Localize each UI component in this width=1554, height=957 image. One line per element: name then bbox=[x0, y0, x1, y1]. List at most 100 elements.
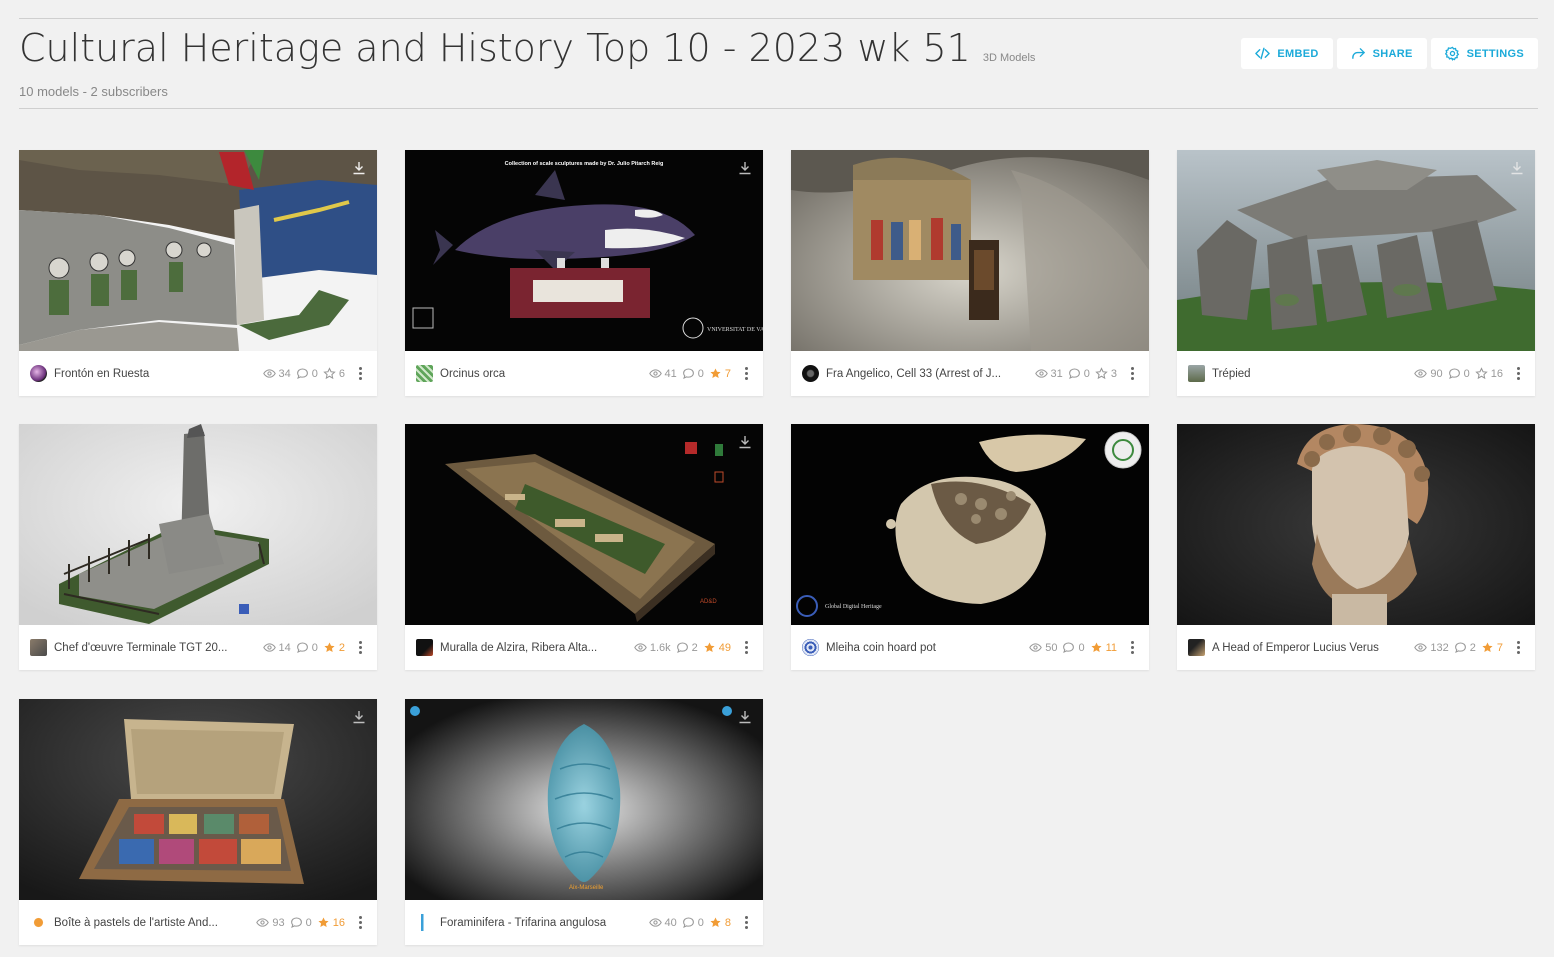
comment-count[interactable]: 0 bbox=[682, 367, 704, 380]
model-thumbnail[interactable]: AD&D bbox=[405, 424, 763, 625]
thumbnail-image: Global Digital Heritage bbox=[791, 424, 1149, 625]
more-options-icon[interactable] bbox=[353, 639, 367, 657]
model-card[interactable]: AD&D Muralla de Alzira, Ribera Alta... 1… bbox=[405, 424, 763, 670]
thumbnail-brand: VNIVERSITAT DE VALÈNCIA bbox=[707, 325, 763, 333]
model-name[interactable]: Orcinus orca bbox=[440, 368, 641, 380]
star-filled-icon bbox=[1482, 642, 1493, 653]
thumbnail-brand: Global Digital Heritage bbox=[825, 604, 882, 610]
model-card[interactable]: Trépied 90 0 16 bbox=[1177, 150, 1535, 396]
comment-count-value: 0 bbox=[1083, 367, 1090, 380]
author-avatar[interactable] bbox=[802, 639, 819, 656]
author-avatar[interactable] bbox=[30, 914, 47, 931]
model-name[interactable]: Muralla de Alzira, Ribera Alta... bbox=[440, 642, 626, 654]
model-thumbnail[interactable]: Collection of scale sculptures made by D… bbox=[405, 150, 763, 351]
comment-count[interactable]: 2 bbox=[1454, 641, 1476, 654]
more-options-icon[interactable] bbox=[1511, 365, 1525, 383]
comment-count[interactable]: 0 bbox=[1448, 367, 1470, 380]
model-name[interactable]: Chef d'œuvre Terminale TGT 20... bbox=[54, 642, 255, 654]
download-icon[interactable] bbox=[737, 160, 753, 176]
embed-button[interactable]: EMBED bbox=[1241, 38, 1333, 69]
model-name[interactable]: Mleiha coin hoard pot bbox=[826, 642, 1021, 654]
collection-stats: 10 models - 2 subscribers bbox=[19, 84, 168, 99]
like-count[interactable]: 7 bbox=[709, 367, 731, 380]
like-count[interactable]: 11 bbox=[1090, 641, 1117, 654]
model-name[interactable]: Frontón en Ruesta bbox=[54, 368, 255, 380]
author-avatar[interactable] bbox=[30, 639, 47, 656]
author-avatar[interactable] bbox=[1188, 365, 1205, 382]
comment-count-value: 0 bbox=[697, 367, 704, 380]
comment-count[interactable]: 0 bbox=[682, 916, 704, 929]
view-count: 41 bbox=[648, 367, 677, 380]
like-count[interactable]: 49 bbox=[703, 641, 731, 654]
download-icon[interactable] bbox=[351, 709, 367, 725]
comment-count[interactable]: 0 bbox=[296, 367, 318, 380]
model-name[interactable]: Boîte à pastels de l'artiste And... bbox=[54, 917, 248, 929]
like-count[interactable]: 8 bbox=[709, 916, 731, 929]
eye-icon bbox=[648, 369, 662, 378]
model-card[interactable]: Aix-Marseille Foraminifera - Trifarina a… bbox=[405, 699, 763, 945]
comment-icon bbox=[290, 917, 302, 928]
model-card[interactable]: Collection of scale sculptures made by D… bbox=[405, 150, 763, 396]
star-filled-icon bbox=[710, 368, 721, 379]
model-thumbnail[interactable] bbox=[19, 424, 377, 625]
author-avatar[interactable] bbox=[1188, 639, 1205, 656]
share-button[interactable]: SHARE bbox=[1336, 38, 1427, 69]
more-options-icon[interactable] bbox=[739, 365, 753, 383]
comment-count[interactable]: 0 bbox=[290, 916, 312, 929]
author-avatar[interactable] bbox=[416, 914, 433, 931]
author-avatar[interactable] bbox=[416, 639, 433, 656]
model-stats: 41 0 7 bbox=[648, 367, 731, 380]
comment-icon bbox=[1454, 642, 1466, 653]
download-icon[interactable] bbox=[1509, 160, 1525, 176]
model-name[interactable]: Fra Angelico, Cell 33 (Arrest of J... bbox=[826, 368, 1027, 380]
more-options-icon[interactable] bbox=[1125, 365, 1139, 383]
settings-button[interactable]: SETTINGS bbox=[1430, 38, 1538, 69]
model-thumbnail[interactable]: Global Digital Heritage bbox=[791, 424, 1149, 625]
thumbnail-image: AD&D bbox=[405, 424, 763, 625]
more-options-icon[interactable] bbox=[353, 365, 367, 383]
model-card[interactable]: Chef d'œuvre Terminale TGT 20... 14 0 2 bbox=[19, 424, 377, 670]
model-card[interactable]: Boîte à pastels de l'artiste And... 93 0… bbox=[19, 699, 377, 945]
like-count[interactable]: 6 bbox=[323, 367, 345, 380]
model-card[interactable]: A Head of Emperor Lucius Verus 132 2 7 bbox=[1177, 424, 1535, 670]
more-options-icon[interactable] bbox=[1511, 639, 1525, 657]
thumbnail-image: Aix-Marseille bbox=[405, 699, 763, 900]
more-options-icon[interactable] bbox=[739, 639, 753, 657]
comment-count[interactable]: 0 bbox=[296, 641, 318, 654]
model-card[interactable]: Fra Angelico, Cell 33 (Arrest of J... 31… bbox=[791, 150, 1149, 396]
model-thumbnail[interactable] bbox=[1177, 150, 1535, 351]
more-options-icon[interactable] bbox=[739, 914, 753, 932]
model-name[interactable]: Foraminifera - Trifarina angulosa bbox=[440, 917, 641, 929]
download-icon[interactable] bbox=[737, 709, 753, 725]
embed-button-label: EMBED bbox=[1277, 47, 1319, 60]
comment-count[interactable]: 2 bbox=[676, 641, 698, 654]
model-thumbnail[interactable] bbox=[19, 699, 377, 900]
like-count[interactable]: 7 bbox=[1481, 641, 1503, 654]
author-avatar[interactable] bbox=[30, 365, 47, 382]
comment-count[interactable]: 0 bbox=[1068, 367, 1090, 380]
view-count: 50 bbox=[1029, 641, 1057, 654]
model-thumbnail[interactable]: Aix-Marseille bbox=[405, 699, 763, 900]
like-count[interactable]: 16 bbox=[1475, 367, 1503, 380]
download-icon[interactable] bbox=[737, 434, 753, 450]
more-options-icon[interactable] bbox=[1125, 639, 1139, 657]
author-avatar[interactable] bbox=[416, 365, 433, 382]
model-thumbnail[interactable] bbox=[19, 150, 377, 351]
like-count[interactable]: 2 bbox=[323, 641, 345, 654]
author-avatar[interactable] bbox=[802, 365, 819, 382]
comment-icon bbox=[1448, 368, 1460, 379]
more-options-icon[interactable] bbox=[353, 914, 367, 932]
comment-icon bbox=[296, 642, 308, 653]
download-icon[interactable] bbox=[351, 160, 367, 176]
model-card[interactable]: Frontón en Ruesta 34 0 6 bbox=[19, 150, 377, 396]
model-thumbnail[interactable] bbox=[791, 150, 1149, 351]
like-count[interactable]: 16 bbox=[317, 916, 345, 929]
model-meta: Boîte à pastels de l'artiste And... 93 0… bbox=[19, 900, 377, 945]
comment-count[interactable]: 0 bbox=[1062, 641, 1085, 654]
model-thumbnail[interactable] bbox=[1177, 424, 1535, 625]
model-card[interactable]: Global Digital Heritage Mleiha coin hoar… bbox=[791, 424, 1149, 670]
model-name[interactable]: Trépied bbox=[1212, 368, 1406, 380]
model-name[interactable]: A Head of Emperor Lucius Verus bbox=[1212, 642, 1406, 654]
like-count[interactable]: 3 bbox=[1095, 367, 1117, 380]
eye-icon bbox=[262, 643, 276, 652]
